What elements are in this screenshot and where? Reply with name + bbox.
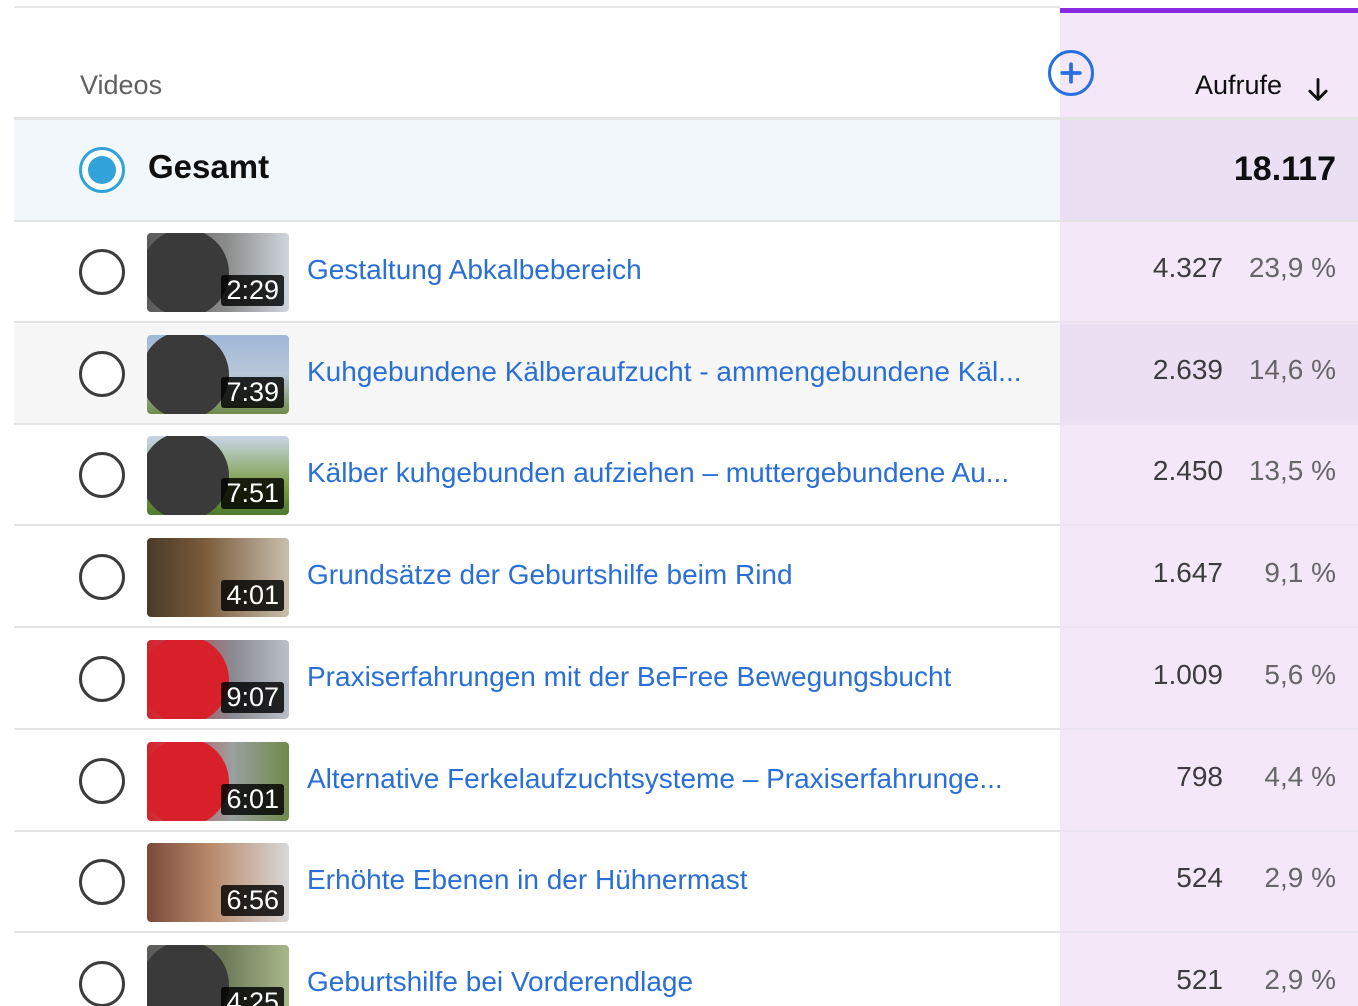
video-title-link[interactable]: Grundsätze der Geburtshilfe beim Rind (307, 559, 793, 591)
add-column-button[interactable] (1048, 50, 1094, 96)
video-views: 2.639 (1152, 353, 1223, 385)
thumbnail-overlay-circle (147, 538, 229, 617)
row-radio-button[interactable] (79, 757, 125, 804)
video-views: 521 (1176, 963, 1223, 995)
video-thumbnail[interactable]: 7:39 (147, 334, 289, 414)
video-title-link[interactable]: Kuhgebundene Kälberaufzucht - ammengebun… (307, 356, 1022, 388)
row-radio-button[interactable] (79, 859, 125, 906)
thumbnail-overlay-circle (147, 233, 229, 312)
row-metric-cell: 521 2,9 % (1060, 934, 1358, 1006)
column-header-aufrufe[interactable]: Aufrufe (1195, 70, 1282, 101)
thumbnail-overlay-circle (147, 944, 229, 1006)
video-duration: 6:01 (221, 783, 284, 815)
video-title-link[interactable]: Praxiserfahrungen mit der BeFree Bewegun… (307, 661, 951, 693)
row-radio-button[interactable] (79, 452, 125, 499)
video-views: 2.450 (1152, 455, 1223, 487)
video-title-link[interactable]: Kälber kuhgebunden aufziehen – muttergeb… (307, 457, 1009, 489)
video-views-percent: 2,9 % (1264, 862, 1336, 894)
row-metric-cell: 524 2,9 % (1060, 832, 1358, 934)
radio-dot-icon (88, 156, 116, 184)
total-metric-cell: 18.117 (1060, 120, 1358, 222)
video-title-link[interactable]: Alternative Ferkelaufzuchtsysteme – Prax… (307, 763, 1003, 795)
video-views-percent: 13,5 % (1248, 455, 1336, 487)
video-duration: 7:51 (221, 478, 284, 510)
row-metric-cell: 1.647 9,1 % (1060, 527, 1358, 629)
video-views-percent: 5,6 % (1264, 658, 1336, 690)
table-row[interactable]: 7:39 Kuhgebundene Kälberaufzucht - ammeng… (14, 323, 1060, 425)
table-row[interactable]: 7:51 Kälber kuhgebunden aufziehen – mutte… (14, 425, 1060, 527)
arrow-down-icon[interactable] (1304, 76, 1332, 104)
video-views: 1.009 (1152, 658, 1223, 690)
video-views-percent: 2,9 % (1264, 963, 1336, 995)
video-duration: 4:01 (221, 580, 284, 612)
video-views: 798 (1176, 760, 1223, 792)
row-metric-cell: 798 4,4 % (1060, 731, 1358, 832)
row-radio-button[interactable] (79, 655, 125, 702)
video-duration: 4:25 (221, 986, 284, 1006)
column-header-videos: Videos (80, 70, 163, 100)
row-radio-button[interactable] (79, 554, 125, 601)
table-row[interactable]: 4:25 Geburtshilfe bei Vorderendlage (14, 933, 1060, 1006)
row-metric-cell: 2.450 13,5 % (1060, 425, 1358, 527)
row-metric-cell: 2.639 14,6 % (1060, 323, 1358, 425)
video-title-link[interactable]: Gestaltung Abkalbebereich (307, 254, 642, 286)
video-duration: 7:39 (221, 376, 284, 408)
thumbnail-overlay-circle (147, 843, 229, 922)
thumbnail-overlay-circle (147, 334, 229, 414)
video-duration: 2:29 (221, 275, 284, 306)
row-radio-button[interactable] (79, 350, 125, 397)
video-views: 4.327 (1152, 252, 1223, 283)
thumbnail-overlay-circle (147, 741, 229, 821)
table-row[interactable]: 4:01 Grundsätze der Geburtshilfe beim Rin… (14, 527, 1060, 629)
row-metric-cell: 1.009 5,6 % (1060, 629, 1358, 730)
total-radio-button[interactable] (79, 147, 125, 193)
total-row[interactable]: Gesamt (14, 120, 1060, 222)
table-row[interactable]: 2:29 Gestaltung Abkalbebereich (14, 222, 1060, 323)
total-label: Gesamt (148, 148, 270, 185)
table-header: Videos Aufrufe (14, 8, 1358, 118)
video-thumbnail[interactable]: 6:56 (147, 843, 289, 923)
row-radio-button[interactable] (79, 249, 125, 295)
thumbnail-overlay-circle (147, 639, 229, 719)
video-views: 1.647 (1152, 557, 1223, 589)
video-thumbnail[interactable]: 2:29 (147, 233, 289, 312)
video-thumbnail[interactable]: 4:25 (147, 944, 289, 1006)
table-row[interactable]: 6:56 Erhöhte Ebenen in der Hühnermast (14, 832, 1060, 934)
video-views-percent: 9,1 % (1264, 557, 1336, 589)
video-thumbnail[interactable]: 9:07 (147, 639, 289, 719)
videos-table: Videos Aufrufe Gesamt 18.117 2:29 Gestalt… (0, 0, 1358, 1006)
video-views-percent: 4,4 % (1264, 760, 1336, 792)
video-thumbnail[interactable]: 6:01 (147, 741, 289, 821)
table-row[interactable]: 9:07 Praxiserfahrungen mit der BeFree Bew… (14, 628, 1060, 730)
video-views-percent: 23,9 % (1248, 252, 1336, 283)
video-duration: 6:56 (221, 885, 284, 917)
video-duration: 9:07 (221, 681, 284, 713)
total-views-value: 18.117 (1233, 150, 1336, 188)
thumbnail-overlay-circle (147, 436, 229, 516)
table-row[interactable]: 6:01 Alternative Ferkelaufzuchtsysteme – … (14, 730, 1060, 832)
video-thumbnail[interactable]: 7:51 (147, 436, 289, 516)
video-title-link[interactable]: Erhöhte Ebenen in der Hühnermast (307, 864, 748, 896)
row-radio-button[interactable] (79, 960, 125, 1006)
video-views-percent: 14,6 % (1248, 353, 1336, 385)
row-metric-cell: 4.327 23,9 % (1060, 222, 1358, 323)
video-views: 524 (1176, 862, 1223, 894)
video-title-link[interactable]: Geburtshilfe bei Vorderendlage (307, 966, 693, 998)
plus-circle-icon (1060, 62, 1082, 84)
video-thumbnail[interactable]: 4:01 (147, 538, 289, 618)
